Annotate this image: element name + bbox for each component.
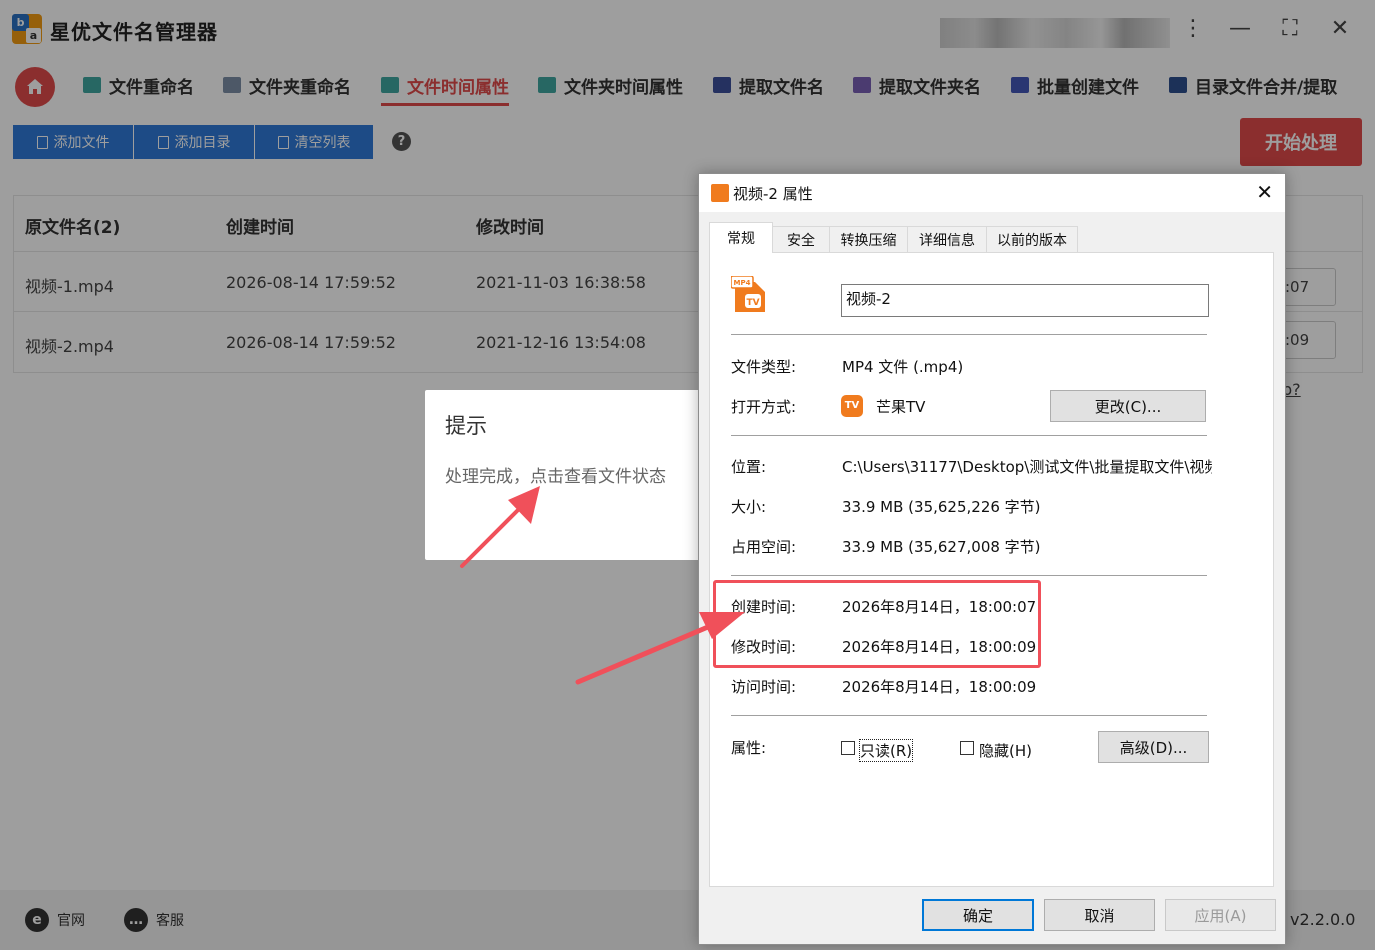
cell-created: 2026-08-14 17:59:52 [226,333,396,352]
tab-folder-rename[interactable]: 文件夹重命名 [223,70,351,100]
close-icon[interactable]: ✕ [1325,16,1355,41]
disk-size-label: 占用空间: [731,538,797,556]
tab-file-rename[interactable]: 文件重命名 [83,70,194,100]
column-header-modified[interactable]: 修改时间 [476,213,544,238]
start-processing-button[interactable]: 开始处理 [1240,118,1362,166]
column-header-filename[interactable]: 原文件名(2) [25,213,120,238]
location-value: C:\Users\31177\Desktop\测试文件\批量提取文件\视频 [842,458,1212,476]
time-input-partial[interactable]: :07 [1278,268,1336,306]
mp4-file-icon [711,184,729,202]
file-icon [36,135,48,149]
website-link[interactable]: e 官网 [25,908,85,932]
ok-button[interactable]: 确定 [922,899,1034,931]
app-title: 星优文件名管理器 [50,20,218,44]
properties-title: 视频-2 属性 [733,185,813,203]
size-value: 33.9 MB (35,625,226 字节) [842,498,1041,516]
tab-general[interactable]: 常规 [709,222,773,253]
properties-titlebar: 视频-2 属性 ✕ [699,174,1285,212]
trash-icon [277,135,289,149]
tip-message[interactable]: 处理完成，点击查看文件状态 [445,462,666,487]
home-button[interactable] [15,67,55,107]
column-header-created[interactable]: 创建时间 [226,213,294,238]
size-label: 大小: [731,498,767,516]
tab-merge-extract[interactable]: 目录文件合并/提取 [1169,70,1337,100]
title-bar: ba 星优文件名管理器 ⋮ — ⛶ ✕ [0,0,1375,60]
tab-previous-versions[interactable]: 以前的版本 [986,226,1078,252]
chat-icon: … [124,908,148,932]
tab-file-time[interactable]: 文件时间属性 [381,70,509,106]
attributes-label: 属性: [731,739,767,757]
hidden-label[interactable]: 隐藏(H) [979,740,1032,761]
open-with-label: 打开方式: [731,398,797,416]
svg-text:MP4: MP4 [734,279,751,287]
cancel-button[interactable]: 取消 [1044,899,1155,931]
hidden-checkbox[interactable] [960,741,974,755]
close-icon[interactable]: ✕ [1256,180,1273,204]
cell-modified: 2021-11-03 16:38:58 [476,273,646,292]
file-type-label: 文件类型: [731,358,797,376]
help-icon[interactable]: ? [392,132,411,151]
batch-create-icon [1011,77,1029,93]
divider [731,334,1207,335]
version-label: v2.2.0.0 [1290,910,1356,929]
mp4-file-icon: MP4 TV [731,276,765,312]
menu-icon[interactable]: ⋮ [1178,16,1208,41]
blurred-user-area [940,18,1170,48]
tip-title: 提示 [445,414,487,438]
highlight-box [713,580,1041,668]
divider [731,435,1207,436]
folder-rename-icon [223,77,241,93]
time-input-partial[interactable]: :09 [1278,321,1336,359]
tab-batch-create[interactable]: 批量创建文件 [1011,70,1139,100]
accessed-label: 访问时间: [731,678,797,696]
add-file-button[interactable]: 添加文件 [13,125,133,159]
general-tab-panel [709,252,1274,887]
folder-time-icon [538,77,556,93]
cell-filename[interactable]: 视频-1.mp4 [25,273,114,297]
location-label: 位置: [731,458,767,476]
readonly-label[interactable]: 只读(R) [858,739,914,762]
minimize-icon[interactable]: — [1225,16,1255,41]
tip-dialog: 提示 处理完成，点击查看文件状态 [425,390,715,560]
cell-created: 2026-08-14 17:59:52 [226,273,396,292]
divider [731,715,1207,716]
accessed-value: 2026年8月14日，18:00:09 [842,678,1037,696]
tab-security[interactable]: 安全 [772,226,830,252]
change-button[interactable]: 更改(C)... [1050,390,1206,422]
file-rename-icon [83,77,101,93]
apply-button[interactable]: 应用(A) [1165,899,1276,931]
extract-foldername-icon [853,77,871,93]
disk-size-value: 33.9 MB (35,627,008 字节) [842,538,1041,556]
ie-icon: e [25,908,49,932]
tab-extract-filename[interactable]: 提取文件名 [713,70,824,100]
file-time-icon [381,77,399,93]
file-type-value: MP4 文件 (.mp4) [842,358,964,376]
cell-filename[interactable]: 视频-2.mp4 [25,333,114,357]
readonly-checkbox[interactable] [841,741,855,755]
customer-service-link[interactable]: … 客服 [124,908,184,932]
tab-details[interactable]: 详细信息 [907,226,987,252]
tab-convert-compress[interactable]: 转换压缩 [829,226,908,252]
tab-folder-time[interactable]: 文件夹时间属性 [538,70,683,100]
open-with-value: 芒果TV [876,398,926,416]
file-icon [157,135,169,149]
merge-extract-icon [1169,77,1187,93]
cell-modified: 2021-12-16 13:54:08 [476,333,646,352]
tab-extract-foldername[interactable]: 提取文件夹名 [853,70,981,100]
maximize-icon[interactable]: ⛶ [1275,16,1305,41]
clear-list-button[interactable]: 清空列表 [255,125,373,159]
advanced-button[interactable]: 高级(D)... [1098,731,1209,763]
extract-filename-icon [713,77,731,93]
divider [731,575,1207,576]
svg-text:TV: TV [746,298,759,308]
properties-dialog: 视频-2 属性 ✕ 常规 安全 转换压缩 详细信息 以前的版本 MP4 TV 视… [698,173,1286,945]
file-name-input[interactable]: 视频-2 [841,284,1209,317]
mango-tv-icon: TV [841,395,863,417]
app-logo-icon: ba [12,14,42,44]
add-directory-button[interactable]: 添加目录 [134,125,254,159]
home-icon [27,79,43,94]
